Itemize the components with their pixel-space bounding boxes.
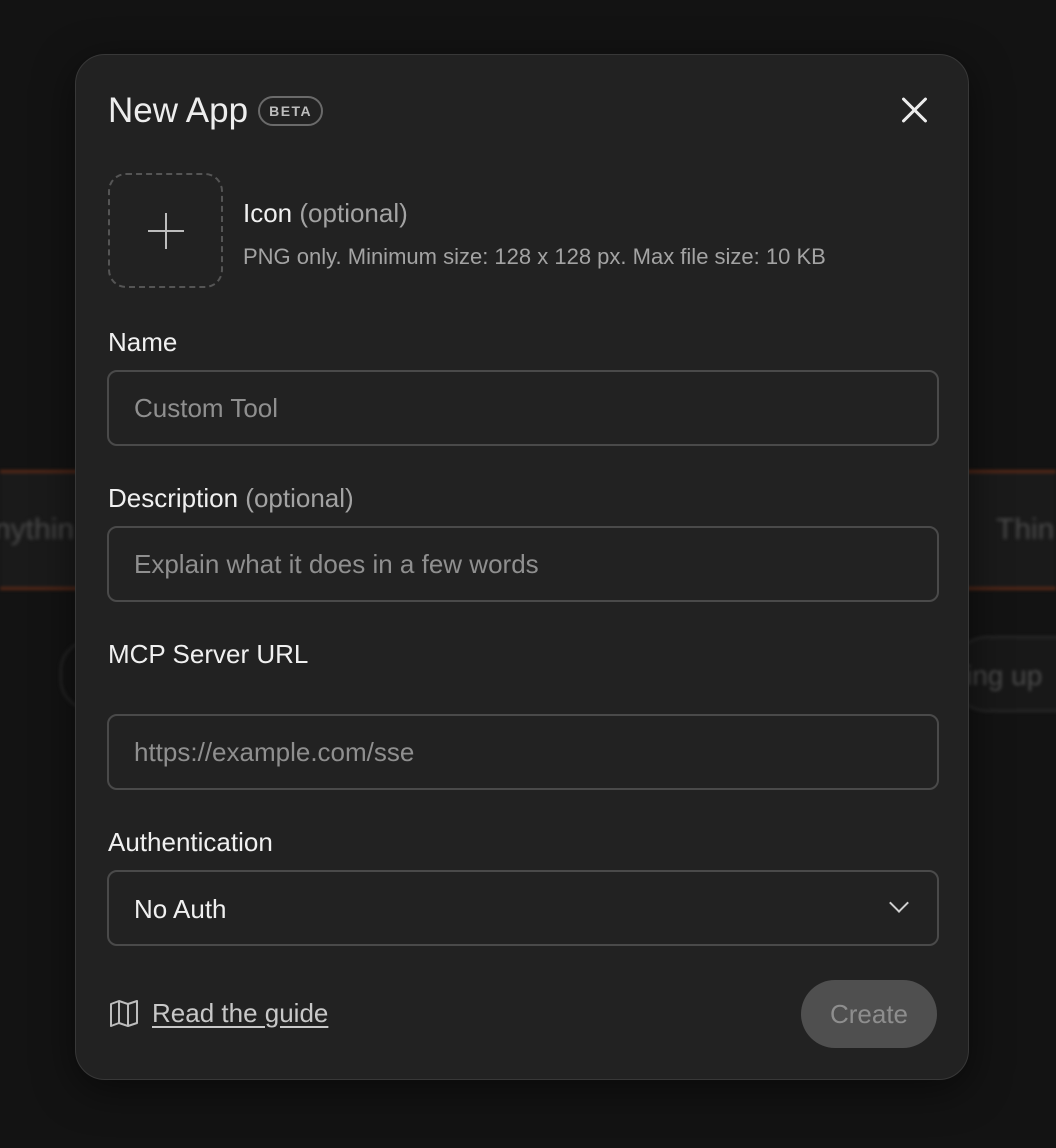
icon-hint: PNG only. Minimum size: 128 x 128 px. Ma…	[243, 244, 826, 269]
book-icon	[110, 1000, 138, 1027]
icon-label-text: Icon	[243, 198, 293, 228]
background-text-right: Thin	[996, 513, 1055, 546]
plus-icon	[148, 213, 184, 249]
authentication-label: Authentication	[108, 827, 273, 857]
icon-upload-button[interactable]	[108, 173, 223, 288]
new-app-modal: New App BETA Icon (optional) PNG only. M…	[75, 54, 969, 1080]
modal-title: New App	[108, 91, 249, 130]
background-pill-text: ing up	[966, 660, 1043, 691]
authentication-value: No Auth	[134, 894, 227, 924]
close-icon[interactable]	[900, 95, 930, 125]
description-label-text: Description	[108, 483, 239, 513]
chevron-down-icon	[889, 893, 909, 913]
background-text-left: nythin	[0, 513, 75, 546]
icon-label: Icon (optional)	[243, 198, 408, 229]
modal-header: New App BETA	[108, 91, 324, 131]
beta-badge: BETA	[258, 96, 324, 126]
icon-optional: (optional)	[299, 198, 408, 228]
name-input[interactable]	[107, 370, 939, 446]
read-guide-text[interactable]: Read the guide	[152, 998, 328, 1029]
description-optional: (optional)	[245, 483, 354, 513]
server-url-input[interactable]	[107, 714, 939, 790]
read-guide-link[interactable]: Read the guide	[108, 997, 328, 1029]
name-label: Name	[108, 327, 178, 357]
authentication-select[interactable]: No Auth	[107, 870, 939, 946]
description-input[interactable]	[107, 526, 939, 602]
create-button[interactable]: Create	[801, 980, 937, 1048]
description-label: Description (optional)	[108, 483, 354, 514]
server-url-label: MCP Server URL	[108, 639, 309, 669]
